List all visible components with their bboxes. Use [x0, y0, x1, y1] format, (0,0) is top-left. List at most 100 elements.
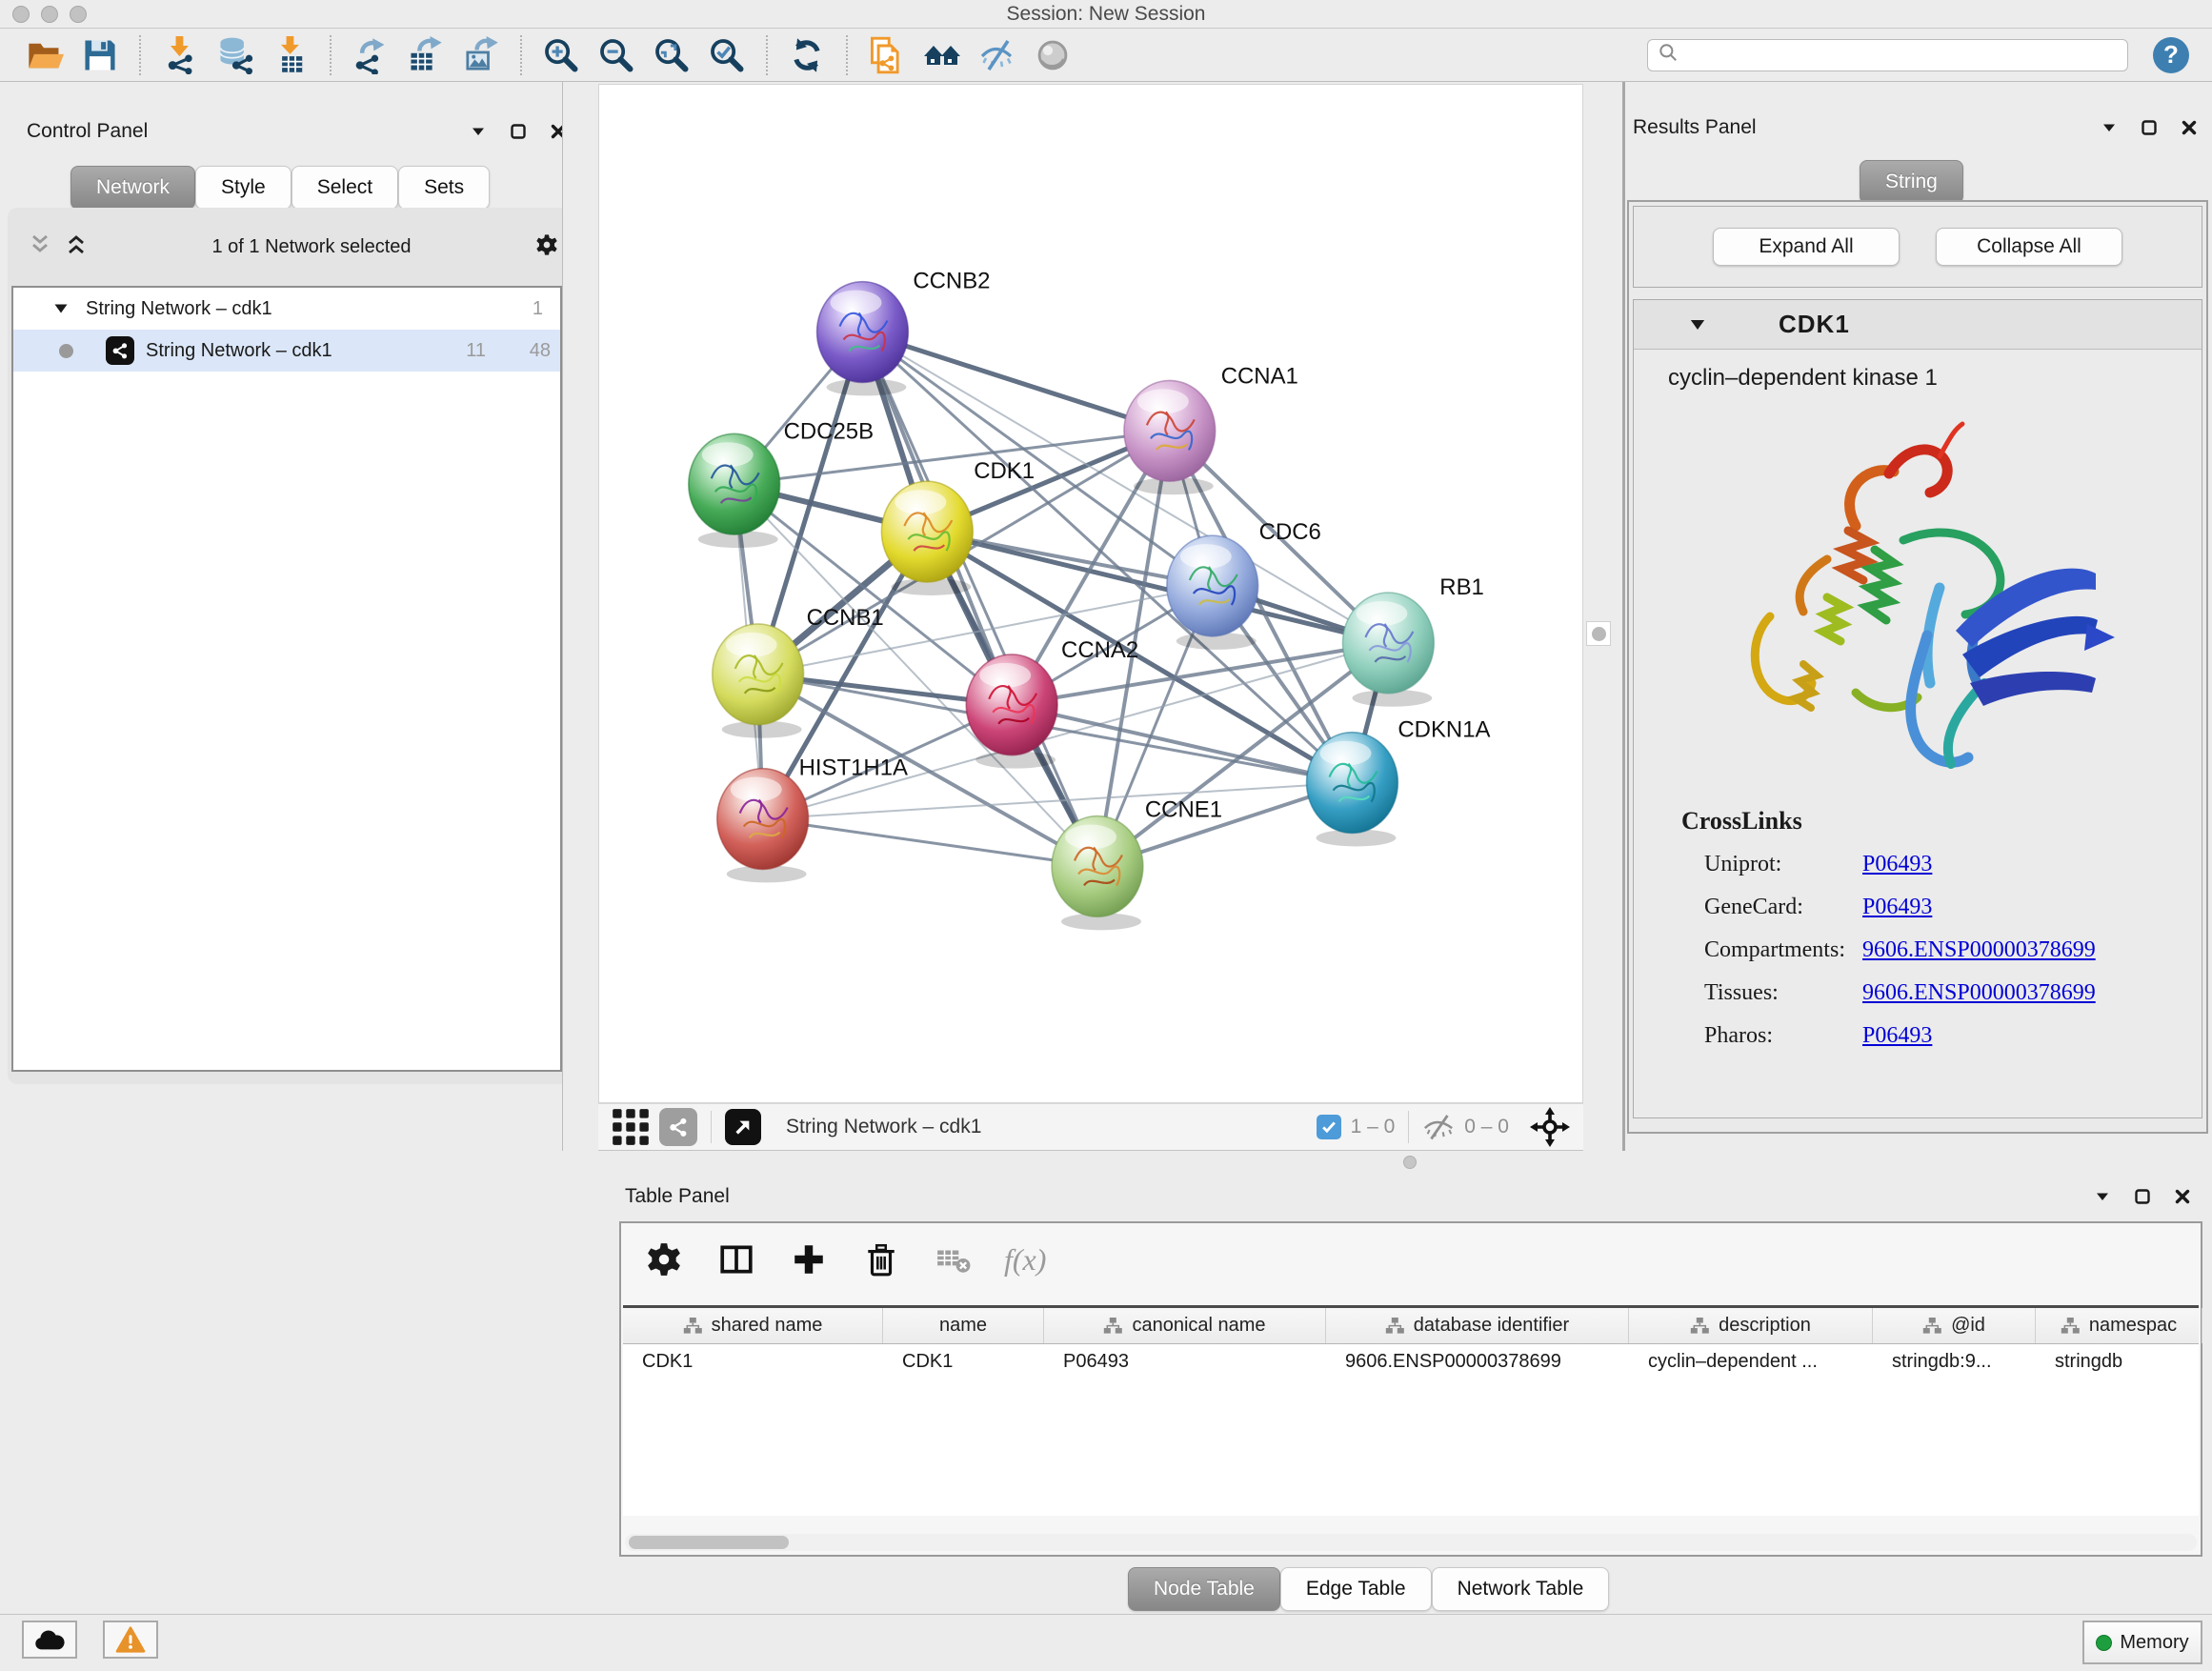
tree-expander-icon[interactable]	[51, 299, 70, 318]
cloud-button[interactable]	[22, 1621, 77, 1659]
network-edge[interactable]	[927, 532, 1388, 643]
table-settings-gear-icon[interactable]	[642, 1238, 686, 1281]
panel-menu-icon[interactable]	[2100, 118, 2119, 137]
network-collection-row[interactable]: String Network – cdk1 1	[13, 288, 560, 330]
protein-structure-image	[1713, 397, 2122, 797]
pan-mode-icon[interactable]	[1530, 1107, 1570, 1147]
memory-button[interactable]: Memory	[2082, 1621, 2202, 1664]
tab-style[interactable]: Style	[195, 166, 292, 210]
import-network-database-button[interactable]	[208, 32, 263, 78]
tab-node-table[interactable]: Node Table	[1128, 1567, 1280, 1611]
column-header-canonical-name[interactable]: canonical name	[1044, 1308, 1326, 1343]
help-button[interactable]: ?	[2153, 37, 2189, 73]
birds-eye-view-icon[interactable]	[612, 1108, 650, 1146]
open-file-button[interactable]	[17, 32, 72, 78]
right-splitter-handle[interactable]	[1586, 621, 1611, 646]
network-row[interactable]: String Network – cdk1 11 48	[13, 330, 560, 372]
save-session-button[interactable]	[72, 32, 128, 78]
expand-all-networks-icon[interactable]	[65, 232, 88, 262]
import-network-file-button[interactable]	[152, 32, 208, 78]
network-graph[interactable]: CCNB2CCNA1CDC25BCDK1CDC6RB1CCNB1CCNA2CDK…	[599, 85, 1582, 1102]
panel-menu-icon[interactable]	[2093, 1187, 2112, 1206]
network-options-gear-icon[interactable]	[535, 232, 558, 262]
column-header-shared-name[interactable]: shared name	[623, 1308, 883, 1343]
search-box[interactable]	[1647, 39, 2128, 71]
network-canvas[interactable]: CCNB2CCNA1CDC25BCDK1CDC6RB1CCNB1CCNA2CDK…	[598, 84, 1583, 1103]
crosslink-link[interactable]: P06493	[1862, 852, 1932, 876]
table-row[interactable]: CDK1CDK1P064939606.ENSP00000378699cyclin…	[623, 1344, 2199, 1380]
table-horizontal-scrollbar[interactable]	[625, 1534, 2197, 1551]
network-node-CCNE1[interactable]	[1052, 816, 1143, 931]
network-node-CDC25B[interactable]	[689, 433, 780, 548]
tab-string[interactable]: String	[1860, 160, 1963, 204]
tab-network[interactable]: Network	[70, 166, 195, 210]
column-header-database-identifier[interactable]: database identifier	[1326, 1308, 1629, 1343]
warnings-button[interactable]	[103, 1621, 158, 1659]
network-node-CCNA2[interactable]	[966, 654, 1057, 769]
selected-checkbox[interactable]	[1317, 1115, 1341, 1139]
network-node-CCNB2[interactable]	[817, 282, 909, 396]
delete-column-icon[interactable]	[859, 1238, 903, 1281]
panel-close-icon[interactable]	[2173, 1187, 2192, 1206]
network-edge[interactable]	[763, 819, 1097, 867]
crosslink-label: Pharos:	[1681, 1023, 1862, 1049]
panel-float-icon[interactable]	[2133, 1187, 2152, 1206]
tab-select[interactable]: Select	[292, 166, 398, 210]
show-graphics-details-button[interactable]	[1025, 32, 1080, 78]
export-network-button[interactable]	[343, 32, 398, 78]
main-toolbar: ?	[0, 29, 2212, 82]
table-cell: CDK1	[883, 1344, 1044, 1380]
zoom-selected-button[interactable]	[699, 32, 754, 78]
tab-edge-table[interactable]: Edge Table	[1280, 1567, 1432, 1611]
tab-sets[interactable]: Sets	[398, 166, 490, 210]
network-node-HIST1H1A[interactable]	[717, 769, 809, 883]
show-columns-icon[interactable]	[714, 1238, 758, 1281]
network-edge[interactable]	[862, 332, 1097, 867]
zoom-fit-button[interactable]	[644, 32, 699, 78]
crosslink-link[interactable]: P06493	[1862, 1023, 1932, 1048]
expand-all-button[interactable]: Expand All	[1713, 228, 1900, 266]
column-header-name[interactable]: name	[883, 1308, 1044, 1343]
crosslink-link[interactable]: P06493	[1862, 895, 1932, 919]
network-node-RB1[interactable]	[1342, 593, 1434, 707]
network-edge[interactable]	[1012, 705, 1352, 783]
network-node-CCNA1[interactable]	[1124, 380, 1216, 494]
column-header-namespac[interactable]: namespac	[2036, 1308, 2202, 1343]
refresh-view-button[interactable]	[779, 32, 835, 78]
home-button[interactable]	[915, 32, 970, 78]
zoom-in-button[interactable]	[533, 32, 589, 78]
panel-float-icon[interactable]	[2140, 118, 2159, 137]
protein-entry-header[interactable]: CDK1	[1634, 300, 2202, 350]
zoom-out-button[interactable]	[589, 32, 644, 78]
delete-table-icon	[932, 1238, 975, 1281]
network-node-CDKN1A[interactable]	[1307, 733, 1398, 847]
column-header--id[interactable]: @id	[1873, 1308, 2036, 1343]
export-table-button[interactable]	[398, 32, 453, 78]
right-splitter[interactable]	[1583, 82, 1625, 1151]
crosslink-link[interactable]: 9606.ENSP00000378699	[1862, 937, 2096, 962]
collapse-all-networks-icon[interactable]	[29, 232, 51, 262]
search-input[interactable]	[1684, 45, 2118, 66]
network-share-icon[interactable]	[659, 1108, 697, 1146]
scrollbar-thumb[interactable]	[629, 1536, 789, 1549]
crosslink-link[interactable]: 9606.ENSP00000378699	[1862, 980, 2096, 1005]
open-view-in-window-button[interactable]	[725, 1109, 761, 1145]
hide-graphics-details-button[interactable]	[970, 32, 1025, 78]
entry-collapse-icon[interactable]	[1687, 314, 1708, 335]
add-column-icon[interactable]	[787, 1238, 831, 1281]
panel-menu-icon[interactable]	[469, 122, 488, 141]
bottom-splitter-handle[interactable]	[1403, 1156, 1417, 1169]
column-header-description[interactable]: description	[1629, 1308, 1873, 1343]
export-image-button[interactable]	[453, 32, 509, 78]
panel-float-icon[interactable]	[509, 122, 528, 141]
network-edge[interactable]	[862, 332, 1169, 432]
clone-network-button[interactable]	[859, 32, 915, 78]
panel-close-icon[interactable]	[2180, 118, 2199, 137]
control-panel-title: Control Panel	[27, 120, 148, 143]
network-node-CCNB1[interactable]	[713, 624, 804, 738]
left-splitter[interactable]	[562, 82, 598, 1151]
bottom-splitter[interactable]	[598, 1151, 2212, 1172]
tab-network-table[interactable]: Network Table	[1432, 1567, 1610, 1611]
import-table-button[interactable]	[263, 32, 318, 78]
collapse-all-button[interactable]: Collapse All	[1936, 228, 2122, 266]
